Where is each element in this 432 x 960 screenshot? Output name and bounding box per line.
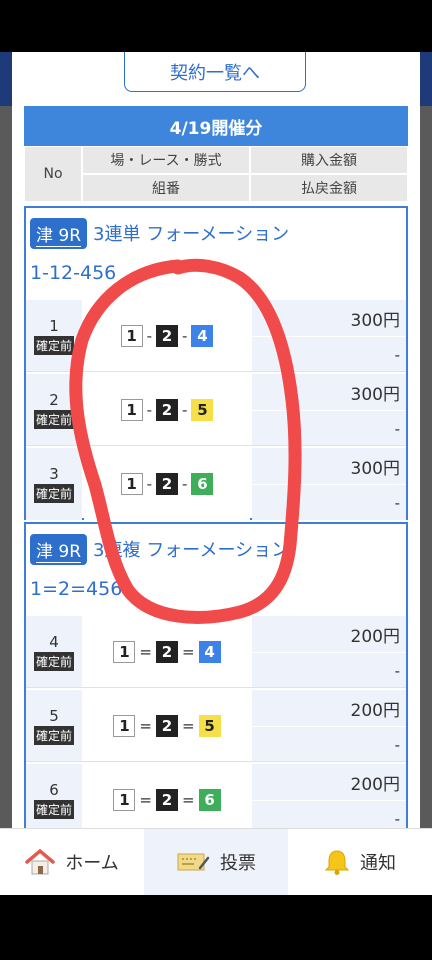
header-no: No: [24, 146, 82, 202]
bet-block-title: 津 9R 3連複 フォーメーション: [30, 532, 289, 566]
boat-number-4: 4: [191, 325, 214, 347]
table-row: 2 確定前 1-2-5 300円 -: [26, 374, 406, 446]
venue-link[interactable]: 津 9R: [30, 533, 88, 565]
payout-amount: -: [252, 727, 406, 762]
purchase-amount: 300円: [252, 448, 406, 484]
formation-combo: 1-12-456: [30, 262, 117, 284]
combo-separator: =: [139, 643, 152, 661]
nav-notify-label: 通知: [360, 853, 396, 874]
row-number: 3: [49, 465, 59, 483]
status-badge: 確定前: [33, 484, 74, 503]
bet-type: 3連複 フォーメーション: [93, 540, 290, 561]
boat-number-1: 1: [120, 325, 143, 347]
combo-separator: =: [182, 791, 195, 809]
contract-detail-panel: 契約一覧へ 4/19開催分 No 場・レース・勝式 購入金額 組番 払戻金額 津…: [12, 52, 420, 828]
table-header: No 場・レース・勝式 購入金額 組番 払戻金額: [24, 146, 408, 202]
row-number: 1: [49, 317, 59, 335]
house-icon: [25, 848, 56, 876]
boat-number-5: 5: [191, 399, 214, 421]
bell-icon: [324, 848, 350, 876]
combination-cell: 1 = 2 = 4: [84, 616, 250, 688]
payout-amount: -: [252, 485, 406, 520]
bet-type: 3連単 フォーメーション: [93, 224, 290, 245]
status-badge: 確定前: [33, 336, 74, 355]
nav-notify[interactable]: 通知: [288, 829, 432, 895]
purchase-amount: 200円: [252, 764, 406, 800]
boat-number-2: 2: [156, 789, 178, 811]
boat-number-2: 2: [156, 473, 178, 495]
status-badge: 確定前: [33, 410, 74, 429]
combo-separator: -: [146, 327, 152, 345]
venue-link[interactable]: 津 9R: [30, 217, 88, 249]
boat-number-6: 6: [198, 789, 221, 811]
boat-number-2: 2: [156, 641, 178, 663]
bet-block-trifecta: 津 9R 3連単 フォーメーション 1-12-456 1 確定前 1-2-4 30…: [24, 206, 408, 520]
header-purchase-amount: 購入金額: [250, 146, 408, 174]
boat-number-6: 6: [191, 473, 214, 495]
row-number: 2: [49, 391, 59, 409]
bet-block-trio: 津 9R 3連複 フォーメーション 1=2=456 4 確定前 1 = 2 = 4 200…: [24, 522, 408, 828]
payout-amount: -: [252, 411, 406, 446]
row-number: 6: [49, 781, 59, 799]
payout-amount: -: [252, 653, 406, 688]
background-strip-left: [0, 52, 12, 106]
combination-cell: 1 = 2 = 6: [84, 764, 250, 828]
contract-list-button[interactable]: 契約一覧へ: [124, 52, 306, 92]
bet-block-title: 津 9R 3連単 フォーメーション: [30, 216, 289, 250]
boat-number-5: 5: [198, 715, 221, 737]
formation-combo: 1=2=456: [30, 578, 123, 600]
combo-separator: =: [182, 643, 195, 661]
table-row: 3 確定前 1-2-6 300円 -: [26, 448, 406, 520]
combination-cell: 1-2-4: [84, 300, 250, 372]
nav-vote-label: 投票: [220, 853, 256, 874]
purchase-amount: 300円: [252, 300, 406, 336]
boat-number-2: 2: [156, 325, 178, 347]
payout-amount: -: [252, 801, 406, 828]
purchase-amount: 200円: [252, 690, 406, 726]
header-combination: 組番: [82, 174, 250, 202]
table-row: 1 確定前 1-2-4 300円 -: [26, 300, 406, 372]
boat-number-1: 1: [120, 399, 143, 421]
row-number: 5: [49, 707, 59, 725]
row-number: 4: [49, 633, 59, 651]
status-badge: 確定前: [33, 652, 74, 671]
header-venue-race-type: 場・レース・勝式: [82, 146, 250, 174]
table-row: 5 確定前 1 = 2 = 5 200円 -: [26, 690, 406, 762]
combo-separator: =: [139, 717, 152, 735]
table-row: 6 確定前 1 = 2 = 6 200円 -: [26, 764, 406, 828]
header-payout-amount: 払戻金額: [250, 174, 408, 202]
status-badge: 確定前: [33, 726, 74, 745]
boat-number-1: 1: [113, 641, 136, 663]
combo-separator: -: [182, 327, 188, 345]
nav-vote[interactable]: 投票: [144, 829, 288, 895]
combination-cell: 1-2-5: [84, 374, 250, 446]
bottom-navigation: ホーム 投票 通知: [0, 828, 432, 895]
purchase-amount: 200円: [252, 616, 406, 652]
table-row: 4 確定前 1 = 2 = 4 200円 -: [26, 616, 406, 688]
combo-separator: =: [139, 791, 152, 809]
combo-separator: -: [182, 401, 188, 419]
nav-home-label: ホーム: [65, 853, 119, 874]
combination-cell: 1-2-6: [84, 448, 250, 520]
boat-number-1: 1: [113, 789, 136, 811]
boat-number-2: 2: [156, 399, 178, 421]
boat-number-4: 4: [198, 641, 221, 663]
nav-home[interactable]: ホーム: [0, 829, 144, 895]
ticket-icon: [176, 850, 210, 874]
payout-amount: -: [252, 337, 406, 372]
combo-separator: -: [146, 401, 152, 419]
combo-separator: -: [146, 475, 152, 493]
boat-number-2: 2: [156, 715, 178, 737]
combination-cell: 1 = 2 = 5: [84, 690, 250, 762]
background-strip-right: [420, 52, 432, 106]
combo-separator: =: [182, 717, 195, 735]
date-header: 4/19開催分: [24, 106, 408, 146]
purchase-amount: 300円: [252, 374, 406, 410]
boat-number-1: 1: [120, 473, 143, 495]
boat-number-1: 1: [113, 715, 136, 737]
status-badge: 確定前: [33, 800, 74, 819]
combo-separator: -: [182, 475, 188, 493]
